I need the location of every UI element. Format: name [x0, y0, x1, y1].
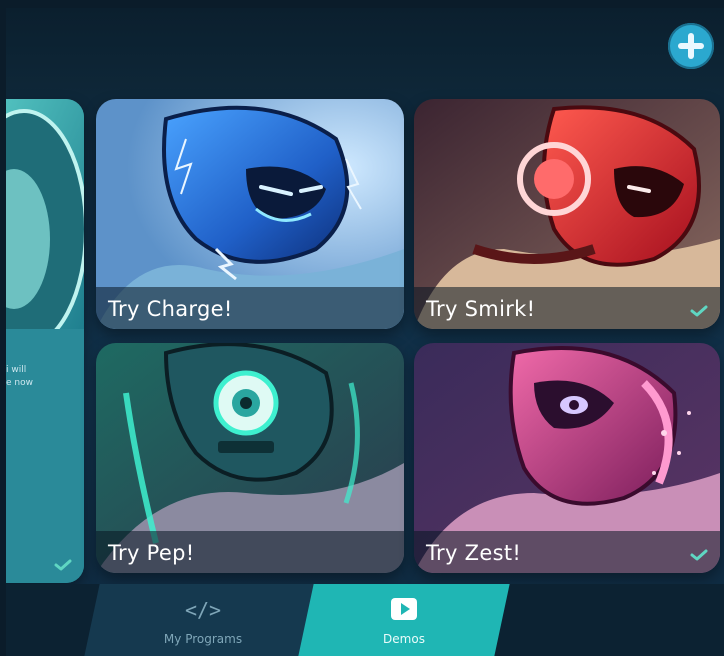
check-icon: [54, 559, 72, 571]
check-icon: [690, 305, 708, 317]
code-icon: </>: [184, 598, 222, 622]
card-title: Try Pep!: [108, 541, 195, 565]
partial-program-card[interactable]: i will e now: [6, 99, 84, 583]
app-window: i will e now Try Charge! Try Smirk! Try …: [6, 8, 724, 656]
check-icon: [690, 549, 708, 561]
card-title: Try Zest!: [426, 541, 522, 565]
tab-demos[interactable]: Demos: [298, 584, 510, 656]
demo-card-charge[interactable]: Try Charge!: [96, 99, 404, 329]
tab-my-programs[interactable]: </> My Programs: [84, 584, 322, 656]
demo-card-smirk[interactable]: Try Smirk!: [414, 99, 720, 329]
card-title: Try Smirk!: [426, 297, 536, 321]
demo-card-zest[interactable]: Try Zest!: [414, 343, 720, 573]
tab-label: Demos: [383, 632, 425, 646]
card-title: Try Charge!: [108, 297, 233, 321]
play-icon: [391, 598, 417, 620]
demo-card-grid: i will e now Try Charge! Try Smirk! Try …: [6, 94, 724, 594]
add-program-button[interactable]: [668, 23, 714, 69]
demo-card-pep[interactable]: Try Pep!: [96, 343, 404, 573]
top-bar: [6, 8, 724, 94]
tab-label: My Programs: [163, 632, 243, 646]
bottom-navigation: </> My Programs Demos: [6, 584, 724, 656]
partial-card-description: i will e now: [6, 365, 33, 388]
partial-card-art: [6, 99, 84, 583]
